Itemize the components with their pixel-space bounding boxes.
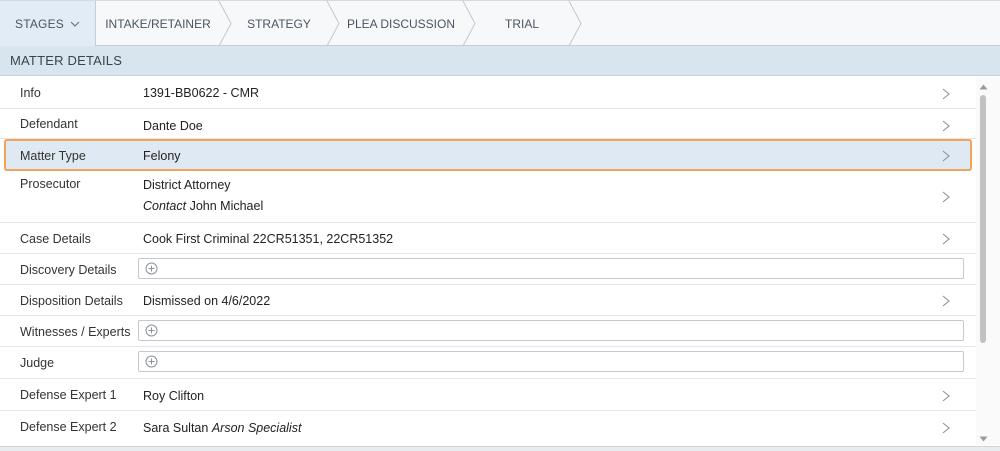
chevron-right-icon bbox=[942, 191, 950, 203]
row-matter-type[interactable]: Matter Type Felony bbox=[4, 139, 972, 171]
matter-details-header: MATTER DETAILS bbox=[0, 46, 1000, 76]
row-value: Felony bbox=[143, 149, 181, 163]
row-value: Roy Clifton bbox=[143, 389, 205, 403]
chevron-right-icon bbox=[942, 88, 950, 100]
stage-divider-icon bbox=[568, 1, 582, 46]
row-label: Witnesses / Experts bbox=[20, 325, 131, 339]
scroll-up-icon[interactable] bbox=[979, 84, 988, 90]
scroll-down-icon[interactable] bbox=[979, 436, 988, 442]
row-value: Dante Doe bbox=[143, 119, 203, 133]
row-label: Disposition Details bbox=[20, 294, 123, 308]
expert-specialty: Arson Specialist bbox=[211, 421, 302, 435]
row-witnesses-experts[interactable]: Witnesses / Experts bbox=[0, 316, 976, 347]
stage-divider-icon bbox=[462, 1, 476, 46]
row-disposition-details[interactable]: Disposition Details Dismissed on 4/6/202… bbox=[0, 285, 976, 316]
stage-label: STRATEGY bbox=[247, 16, 311, 31]
section-title: MATTER DETAILS bbox=[10, 53, 123, 68]
stages-dropdown-button[interactable]: STAGES bbox=[0, 1, 96, 46]
discovery-details-input[interactable] bbox=[138, 258, 964, 279]
row-discovery-details[interactable]: Discovery Details bbox=[0, 254, 976, 285]
stage-intake-retainer[interactable]: INTAKE/RETAINER bbox=[100, 1, 216, 46]
stages-bar: STAGES INTAKE/RETAINER STRATEGY PLEA DIS… bbox=[0, 0, 1000, 46]
stages-button-label: STAGES bbox=[15, 16, 64, 31]
stage-label: INTAKE/RETAINER bbox=[105, 16, 211, 31]
row-label: Defense Expert 1 bbox=[20, 388, 117, 402]
chevron-right-icon bbox=[942, 295, 950, 307]
chevron-right-icon bbox=[942, 390, 950, 402]
row-value: Dismissed on 4/6/2022 bbox=[143, 294, 271, 308]
stage-divider-icon bbox=[326, 1, 340, 46]
stage-label: TRIAL bbox=[504, 16, 539, 31]
matter-details-list: Info 1391-BB0622 - CMR Defendant Dante D… bbox=[0, 77, 976, 443]
defense-expert-2-value: Sara Sultan Arson Specialist bbox=[143, 421, 301, 435]
stage-trial[interactable]: TRIAL bbox=[476, 1, 568, 46]
contact-label: Contact bbox=[143, 199, 187, 213]
stage-plea-discussion[interactable]: PLEA DISCUSSION bbox=[340, 1, 462, 46]
scrollbar-thumb[interactable] bbox=[980, 95, 986, 343]
row-label: Case Details bbox=[20, 232, 91, 246]
chevron-right-icon bbox=[942, 422, 950, 434]
stage-strategy[interactable]: STRATEGY bbox=[232, 1, 326, 46]
stage-divider-icon bbox=[218, 1, 232, 46]
row-value: Sara Sultan bbox=[143, 421, 209, 435]
judge-input[interactable] bbox=[138, 351, 964, 372]
row-case-details[interactable]: Case Details Cook First Criminal 22CR513… bbox=[0, 223, 976, 254]
row-value: Cook First Criminal 22CR51351, 22CR51352 bbox=[143, 232, 394, 246]
add-circle-icon[interactable] bbox=[145, 262, 158, 275]
row-label: Defendant bbox=[20, 117, 78, 131]
bottom-toolbar-edge bbox=[0, 446, 1000, 451]
chevron-right-icon bbox=[942, 233, 950, 245]
row-value: 1391-BB0622 - CMR bbox=[143, 86, 260, 100]
row-label: Defense Expert 2 bbox=[20, 420, 117, 434]
chevron-right-icon bbox=[942, 150, 950, 162]
row-label: Prosecutor bbox=[20, 177, 81, 191]
prosecutor-contact: Contact John Michael bbox=[143, 199, 263, 213]
row-prosecutor[interactable]: Prosecutor District Attorney Contact Joh… bbox=[0, 171, 976, 223]
witnesses-experts-input[interactable] bbox=[138, 320, 964, 341]
row-label: Matter Type bbox=[20, 149, 86, 163]
contact-value: John Michael bbox=[189, 199, 264, 213]
row-defense-expert-1[interactable]: Defense Expert 1 Roy Clifton bbox=[0, 379, 976, 411]
row-defense-expert-2[interactable]: Defense Expert 2 Sara Sultan Arson Speci… bbox=[0, 411, 976, 443]
row-judge[interactable]: Judge bbox=[0, 347, 976, 379]
add-circle-icon[interactable] bbox=[145, 355, 158, 368]
add-circle-icon[interactable] bbox=[145, 324, 158, 337]
row-label: Judge bbox=[20, 356, 55, 370]
row-info[interactable]: Info 1391-BB0622 - CMR bbox=[0, 77, 976, 109]
row-label: Info bbox=[20, 86, 41, 100]
row-label: Discovery Details bbox=[20, 263, 117, 277]
chevron-right-icon bbox=[942, 120, 950, 132]
stage-label: PLEA DISCUSSION bbox=[346, 16, 456, 31]
row-defendant[interactable]: Defendant Dante Doe bbox=[0, 109, 976, 139]
row-value: District Attorney bbox=[143, 178, 231, 192]
chevron-down-icon bbox=[70, 21, 80, 27]
